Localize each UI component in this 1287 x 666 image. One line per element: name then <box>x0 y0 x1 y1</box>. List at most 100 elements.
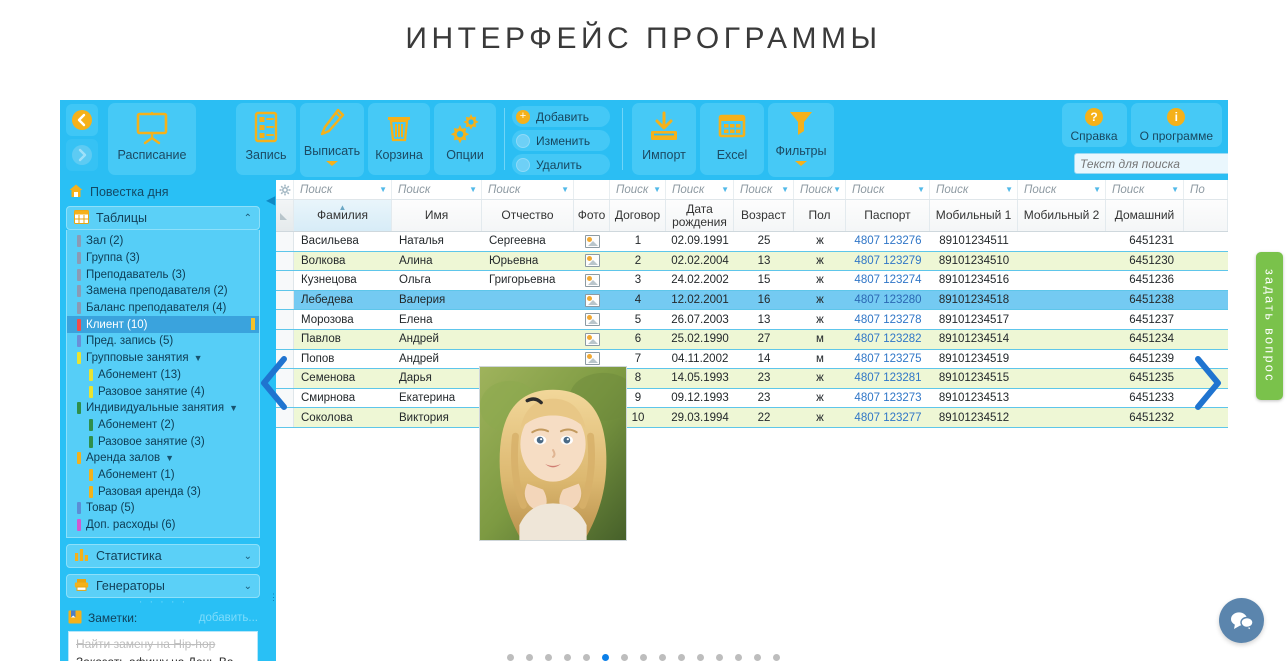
grid-filter-cell[interactable]: Поиск ▼ <box>930 180 1018 199</box>
table-row[interactable]: Васильева Наталья Сергеевна 1 02.09.1991 25 ж 4… <box>276 232 1228 252</box>
pagination-dot[interactable] <box>678 654 685 661</box>
grid-column-header[interactable]: Домашний <box>1106 200 1184 231</box>
grid-filter-cell[interactable]: Поиск ▼ <box>294 180 392 199</box>
splitter-handle[interactable]: · · · · · <box>60 597 266 608</box>
ask-question-tab[interactable]: задать вопрос <box>1256 252 1283 400</box>
grid-filter-cell[interactable]: Поиск ▼ <box>482 180 574 199</box>
add-button[interactable]: + Добавить <box>512 106 610 127</box>
row-selector[interactable] <box>276 388 294 408</box>
chevron-down-icon[interactable]: ⌄ <box>244 581 252 592</box>
grid-column-header[interactable]: Договор <box>610 200 666 231</box>
sidebar-tree-item[interactable]: Замена преподавателя (2) <box>67 283 259 300</box>
sidebar-tree-item[interactable]: Разовое занятие (4) <box>67 383 259 400</box>
chevron-down-icon[interactable]: ▼ <box>1005 185 1013 194</box>
edit-button[interactable]: Изменить <box>512 130 610 151</box>
table-row[interactable]: Соколова Виктория 10 29.03.1994 22 ж 4807 1232… <box>276 408 1228 428</box>
sidebar-panel-generators[interactable]: Генераторы ⌄ <box>66 574 260 599</box>
chevron-down-icon[interactable]: ▼ <box>379 185 387 194</box>
grid-column-header-partial[interactable] <box>1184 200 1228 231</box>
row-selector[interactable] <box>276 329 294 349</box>
grid-filter-cell[interactable]: Поиск ▼ <box>666 180 734 199</box>
sidebar-tree-item[interactable]: Клиент (10) <box>67 316 259 334</box>
sidebar-tree-item[interactable]: Аренда залов ▼ <box>67 450 259 467</box>
sidebar-tree-item[interactable]: Разовая аренда (3) <box>67 483 259 500</box>
pagination-dot[interactable] <box>697 654 704 661</box>
pagination-dot[interactable] <box>659 654 666 661</box>
grid-filter-cell[interactable]: Поиск ▼ <box>794 180 846 199</box>
pagination-dot[interactable] <box>621 654 628 661</box>
chevron-down-icon[interactable]: ▼ <box>165 453 174 463</box>
chevron-down-icon[interactable]: ▼ <box>653 185 661 194</box>
chat-widget-button[interactable] <box>1219 598 1264 643</box>
chevron-down-icon[interactable]: ▼ <box>833 185 841 194</box>
chevron-down-icon[interactable]: ▼ <box>917 185 925 194</box>
chevron-down-icon[interactable]: ▼ <box>1093 185 1101 194</box>
sidebar-tree-item[interactable]: Товар (5) <box>67 500 259 517</box>
grid-filter-cell[interactable]: Поиск ▼ <box>1018 180 1106 199</box>
chevron-down-icon[interactable] <box>793 157 809 171</box>
grid-filter-cell-partial[interactable]: По <box>1184 180 1228 199</box>
about-button[interactable]: i О программе <box>1130 103 1222 147</box>
notes-add-link[interactable]: добавить... <box>199 612 258 624</box>
toolbar-button-trash[interactable]: Корзина <box>368 103 430 175</box>
grid-column-header[interactable]: Дата рождения <box>666 200 734 231</box>
chevron-down-icon[interactable]: ▼ <box>469 185 477 194</box>
pagination-dot[interactable] <box>773 654 780 661</box>
table-row[interactable]: Попов Андрей 7 04.11.2002 14 м 4807 123275 8910… <box>276 349 1228 370</box>
sidebar-tree-item[interactable]: Групповые занятия ▼ <box>67 350 259 367</box>
sidebar-tree-item[interactable]: Индивидуальные занятия ▼ <box>67 400 259 417</box>
table-row[interactable]: Морозова Елена 5 26.07.2003 13 ж 4807 123278 89… <box>276 310 1228 330</box>
grid-filter-cell[interactable]: Поиск ▼ <box>734 180 794 199</box>
photo-cell[interactable] <box>574 291 610 310</box>
arrow-left-circle-icon[interactable] <box>66 104 98 136</box>
pagination-dot[interactable] <box>564 654 571 661</box>
grid-filter-cell[interactable]: Поиск ▼ <box>1106 180 1184 199</box>
toolbar-button-options[interactable]: Опции <box>434 103 496 175</box>
delete-button[interactable]: Удалить <box>512 154 610 175</box>
note-item-done[interactable]: Найти замену на Hip-hop <box>76 637 250 651</box>
table-row[interactable]: Павлов Андрей 6 25.02.1990 27 м 4807 123282 891… <box>276 329 1228 350</box>
sidebar-item-agenda[interactable]: Повестка дня <box>60 180 266 204</box>
sidebar-tree-item[interactable]: Доп. расходы (6) <box>67 517 259 534</box>
toolbar-button-schedule[interactable]: Расписание <box>108 103 196 175</box>
chevron-down-icon[interactable]: ▼ <box>229 403 238 413</box>
arrow-right-circle-icon[interactable] <box>66 139 98 171</box>
grid-settings-gear[interactable] <box>276 180 294 199</box>
table-row[interactable]: Лебедева Валерия 4 12.02.2001 16 ж 4807 123280… <box>276 290 1228 311</box>
sidebar-tree-item[interactable]: Баланс преподавателя (4) <box>67 300 259 317</box>
grid-corner-cell[interactable] <box>276 200 294 231</box>
chevron-down-icon[interactable]: ⌄ <box>244 551 252 562</box>
grid-column-header[interactable]: Мобильный 1 <box>930 200 1018 231</box>
chevron-down-icon[interactable]: ▼ <box>781 185 789 194</box>
photo-cell[interactable] <box>574 271 610 290</box>
pagination-dot[interactable] <box>716 654 723 661</box>
sidebar-tree-item[interactable]: Пред. запись (5) <box>67 333 259 350</box>
row-selector[interactable] <box>276 232 294 251</box>
sidebar-tree-item[interactable]: Группа (3) <box>67 250 259 267</box>
row-selector[interactable] <box>276 271 294 290</box>
sidebar-panel-tables[interactable]: Таблицы ⌃ <box>66 206 260 230</box>
grid-column-header[interactable]: Фамилия ▲ <box>294 200 392 231</box>
photo-preview-popup[interactable] <box>479 366 627 541</box>
row-selector[interactable] <box>276 310 294 329</box>
pagination-dot[interactable] <box>545 654 552 661</box>
help-button[interactable]: ? Справка <box>1061 103 1127 147</box>
chevron-down-icon[interactable]: ▼ <box>194 353 203 363</box>
pagination-dot[interactable] <box>526 654 533 661</box>
sidebar-tree-item[interactable]: Абонемент (13) <box>67 367 259 384</box>
photo-cell[interactable] <box>574 310 610 329</box>
toolbar-button-excel[interactable]: Excel <box>700 103 764 175</box>
row-selector[interactable] <box>276 251 294 271</box>
grid-column-header[interactable]: Отчество <box>482 200 574 231</box>
row-selector[interactable] <box>276 408 294 427</box>
chevron-down-icon[interactable]: ▼ <box>1171 185 1179 194</box>
grid-column-header[interactable]: Мобильный 2 <box>1018 200 1106 231</box>
pagination-dot[interactable] <box>754 654 761 661</box>
sidebar-tree-item[interactable]: Абонемент (1) <box>67 467 259 484</box>
grid-column-header[interactable]: Пол <box>794 200 846 231</box>
photo-cell[interactable] <box>574 232 610 251</box>
sidebar-tree-item[interactable]: Абонемент (2) <box>67 417 259 434</box>
grid-column-header[interactable]: Паспорт <box>846 200 930 231</box>
photo-cell[interactable] <box>574 252 610 271</box>
toolbar-button-issue[interactable]: Выписать <box>300 103 364 177</box>
